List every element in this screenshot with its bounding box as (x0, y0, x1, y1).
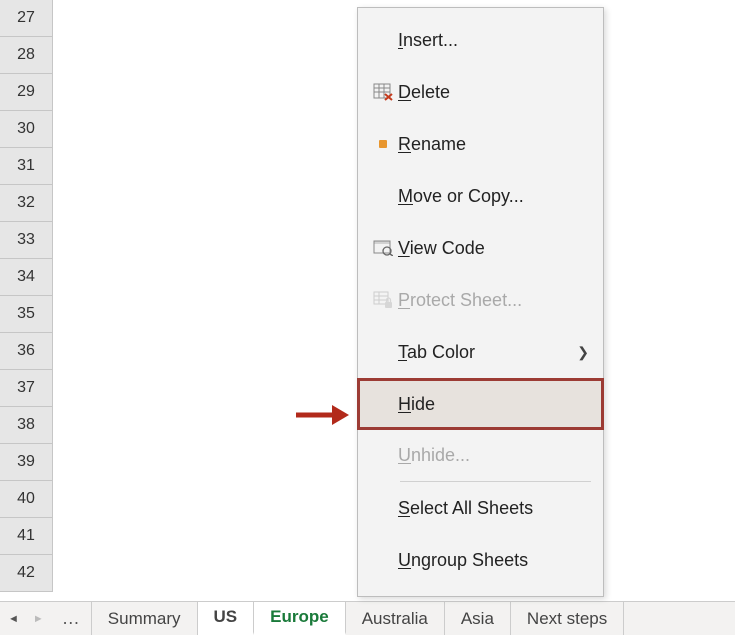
row-header[interactable]: 30 (0, 111, 53, 148)
tab-nav-next-icon[interactable]: ► (33, 613, 44, 625)
menu-tab-color[interactable]: Tab Color ❯ (358, 326, 603, 378)
sheet-tab-next-steps[interactable]: Next steps (511, 602, 624, 635)
tab-nav: ◄ ► (0, 602, 52, 635)
sheet-tab-us[interactable]: US (198, 602, 255, 635)
menu-delete[interactable]: Delete (358, 66, 603, 118)
menu-rename[interactable]: Rename (358, 118, 603, 170)
row-header[interactable]: 36 (0, 333, 53, 370)
sheet-tab-asia[interactable]: Asia (445, 602, 511, 635)
menu-label: Unhide... (398, 445, 589, 466)
row-header-column: 27 28 29 30 31 32 33 34 35 36 37 38 39 4… (0, 0, 53, 592)
row-header[interactable]: 33 (0, 222, 53, 259)
tab-nav-prev-icon[interactable]: ◄ (8, 613, 19, 625)
row-header[interactable]: 32 (0, 185, 53, 222)
menu-label: Ungroup Sheets (398, 550, 589, 571)
menu-unhide: Unhide... (358, 429, 603, 481)
menu-label: Select All Sheets (398, 498, 589, 519)
sheet-tab-australia[interactable]: Australia (346, 602, 445, 635)
delete-sheet-icon (368, 83, 398, 101)
row-header[interactable]: 38 (0, 407, 53, 444)
menu-label: Rename (398, 134, 589, 155)
menu-label: Insert... (398, 30, 589, 51)
sheet-context-menu: Insert... Delete Rename Move or Copy... (357, 7, 604, 597)
row-header[interactable]: 39 (0, 444, 53, 481)
row-header[interactable]: 35 (0, 296, 53, 333)
rename-icon (368, 140, 398, 148)
menu-label: Protect Sheet... (398, 290, 589, 311)
menu-label: Hide (398, 394, 589, 415)
menu-label: View Code (398, 238, 589, 259)
sheet-tab-bar: ◄ ► … Summary US Europe Australia Asia N… (0, 601, 735, 635)
view-code-icon (368, 240, 398, 256)
menu-hide[interactable]: Hide (358, 379, 603, 429)
protect-sheet-icon (368, 291, 398, 309)
sheet-tab-europe[interactable]: Europe (254, 602, 346, 635)
row-header[interactable]: 34 (0, 259, 53, 296)
menu-insert[interactable]: Insert... (358, 14, 603, 66)
menu-protect-sheet: Protect Sheet... (358, 274, 603, 326)
row-header[interactable]: 42 (0, 555, 53, 592)
row-header[interactable]: 40 (0, 481, 53, 518)
row-header[interactable]: 41 (0, 518, 53, 555)
tab-overflow-button[interactable]: … (52, 602, 92, 635)
menu-label: Delete (398, 82, 589, 103)
menu-ungroup-sheets[interactable]: Ungroup Sheets (358, 534, 603, 586)
row-header[interactable]: 31 (0, 148, 53, 185)
row-header[interactable]: 27 (0, 0, 53, 37)
menu-label: Move or Copy... (398, 186, 589, 207)
menu-view-code[interactable]: View Code (358, 222, 603, 274)
row-header[interactable]: 29 (0, 74, 53, 111)
row-header[interactable]: 28 (0, 37, 53, 74)
menu-select-all-sheets[interactable]: Select All Sheets (358, 482, 603, 534)
menu-move-copy[interactable]: Move or Copy... (358, 170, 603, 222)
menu-label: Tab Color (398, 342, 571, 363)
row-header[interactable]: 37 (0, 370, 53, 407)
chevron-right-icon: ❯ (577, 344, 589, 361)
sheet-tab-summary[interactable]: Summary (92, 602, 198, 635)
